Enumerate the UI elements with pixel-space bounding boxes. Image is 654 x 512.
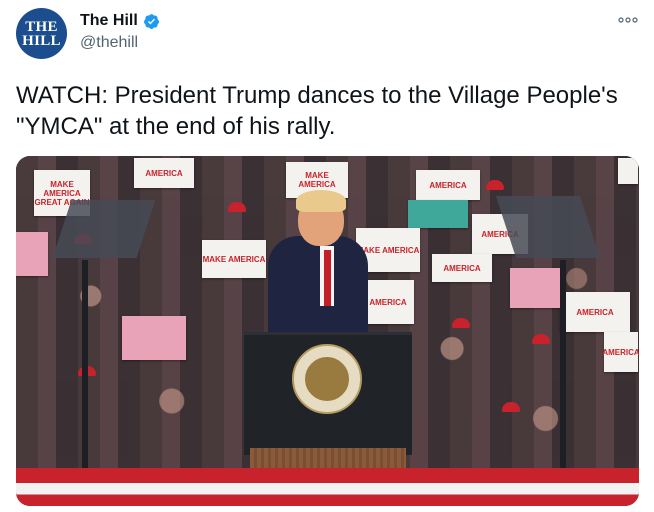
sign bbox=[408, 200, 468, 228]
author-name-row[interactable]: The Hill bbox=[80, 12, 160, 30]
display-name[interactable]: The Hill bbox=[80, 12, 138, 30]
cap bbox=[486, 180, 504, 190]
sign: AMERICA bbox=[416, 170, 480, 200]
sign: AMERICA bbox=[134, 158, 194, 188]
speaker-tie bbox=[324, 250, 331, 306]
sign: AMERICA bbox=[362, 280, 414, 324]
sign: AMERICA bbox=[602, 332, 639, 372]
presidential-seal-icon bbox=[292, 344, 362, 414]
sign bbox=[122, 316, 186, 360]
sign bbox=[16, 232, 48, 276]
bunting bbox=[16, 468, 639, 506]
tweet-text: WATCH: President Trump dances to the Vil… bbox=[16, 82, 618, 140]
handle[interactable]: @thehill bbox=[80, 34, 138, 52]
cap bbox=[532, 334, 550, 344]
cap bbox=[228, 202, 246, 212]
sign: AMERICA bbox=[432, 254, 492, 282]
avatar-line-1: THE bbox=[25, 18, 58, 35]
sign: AMERICA bbox=[560, 292, 630, 332]
cap bbox=[452, 318, 470, 328]
cap bbox=[502, 402, 520, 412]
tweet-video[interactable]: MAKE AMERICA GREAT AGAIN AMERICA MAKE AM… bbox=[16, 156, 639, 506]
sign: MAKE AMERICA bbox=[202, 240, 266, 278]
speaker-hair bbox=[296, 190, 346, 212]
more-options-icon[interactable] bbox=[616, 12, 640, 28]
sign bbox=[618, 158, 638, 184]
sign bbox=[510, 268, 562, 308]
avatar-line-2: HILL bbox=[22, 32, 61, 49]
verified-badge-icon bbox=[143, 13, 160, 30]
avatar[interactable]: THE HILL bbox=[16, 8, 67, 59]
